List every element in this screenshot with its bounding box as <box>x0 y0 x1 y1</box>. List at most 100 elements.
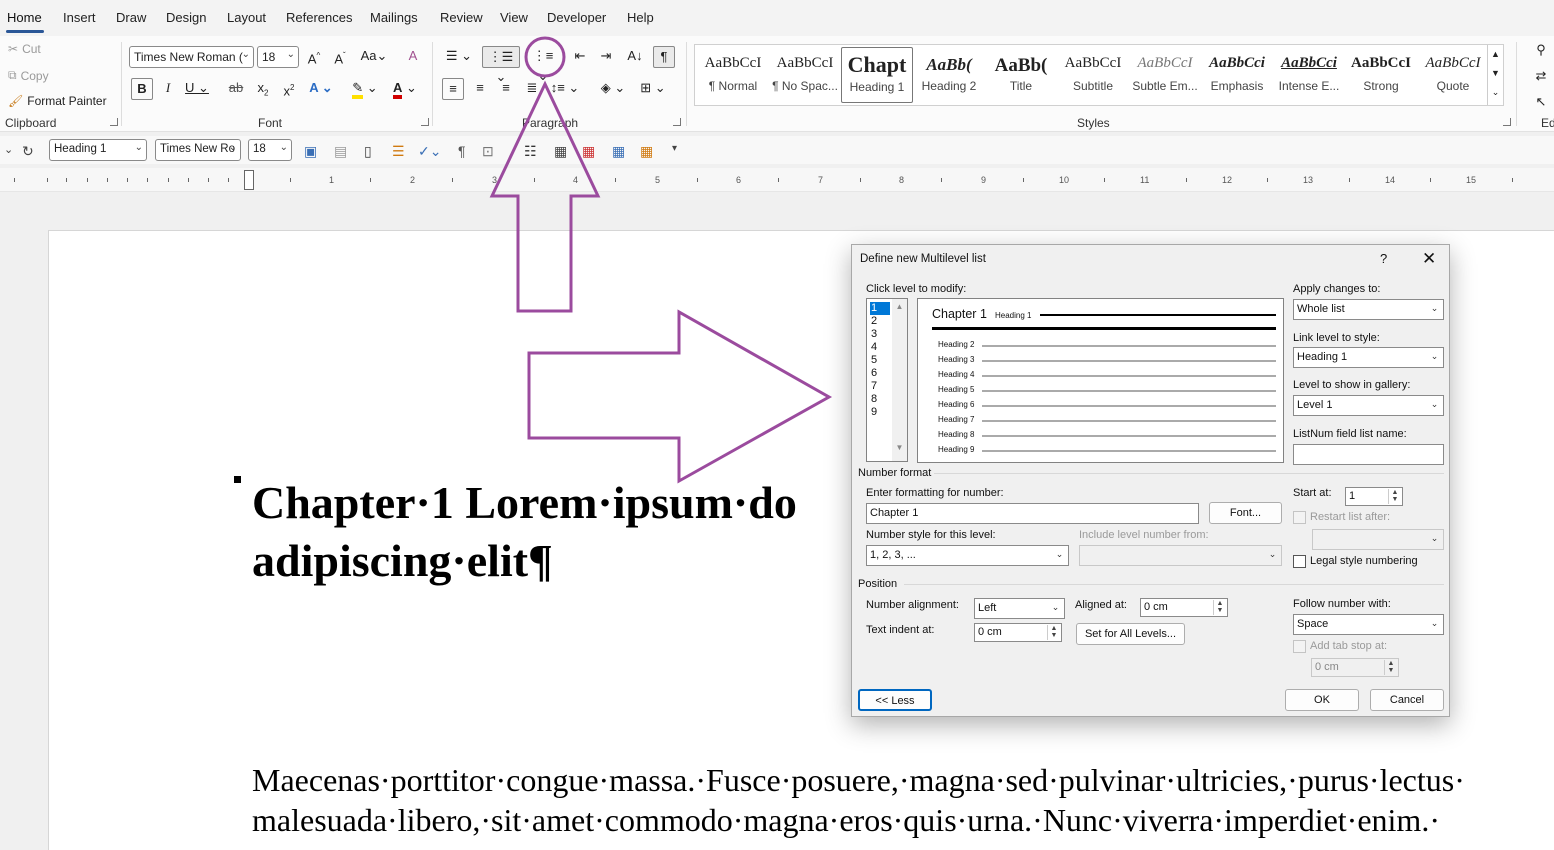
shrink-font-icon[interactable]: Aˇ <box>331 46 349 68</box>
copy-button[interactable]: ⧉ Copy <box>8 68 49 83</box>
highlight-icon[interactable]: ✎ ⌄ <box>348 78 382 100</box>
align-left-icon[interactable]: ≡ <box>442 78 464 100</box>
tab-references[interactable]: References <box>286 10 352 25</box>
style-heading-1[interactable]: Chapt Heading 1 <box>841 47 913 103</box>
chevron-down-icon[interactable]: ⌄ <box>4 143 13 156</box>
justify-icon[interactable]: ≣ <box>522 78 542 100</box>
increase-indent-icon[interactable]: ⇥ <box>596 46 616 68</box>
borders-icon[interactable]: ⊞ ⌄ <box>636 78 670 100</box>
style-emphasis[interactable]: AaBbCci Emphasis <box>1201 47 1273 103</box>
listnum-input[interactable] <box>1293 444 1444 465</box>
show-formatting-marks-icon[interactable]: ¶ <box>653 46 675 68</box>
italic-button[interactable]: I <box>159 78 177 100</box>
number-format-input[interactable]: Chapter 1 <box>866 503 1199 524</box>
set-all-levels-button[interactable]: Set for All Levels... <box>1076 623 1185 645</box>
font-color-icon[interactable]: A ⌄ <box>388 78 422 100</box>
document-heading[interactable]: Chapter·1 Lorem·ipsum·do adipiscing·elit… <box>252 474 797 590</box>
level-item[interactable]: 7 <box>870 380 890 393</box>
restart-list-checkbox[interactable] <box>1293 511 1306 524</box>
text-indent-spinner[interactable]: 0 cm ▲ ▼ <box>974 623 1062 642</box>
tab-layout[interactable]: Layout <box>227 10 266 25</box>
document-icon[interactable]: ▯ <box>364 143 372 160</box>
frame-icon[interactable]: ⊡ <box>482 143 494 160</box>
change-case-icon[interactable]: Aa⌄ <box>360 46 388 68</box>
help-icon[interactable]: ? <box>1380 251 1387 266</box>
tab-design[interactable]: Design <box>166 10 206 25</box>
apply-changes-select[interactable]: Whole list ⌄ <box>1293 299 1444 320</box>
tab-help[interactable]: Help <box>627 10 654 25</box>
font-name-combo[interactable]: Times New Roman (⌄ <box>129 46 254 68</box>
customize-qat-icon[interactable]: ▾ <box>672 143 677 154</box>
align-center-icon[interactable]: ≡ <box>470 78 490 100</box>
tab-mailings[interactable]: Mailings <box>370 10 418 25</box>
format-painter-button[interactable]: 🖌 Format Painter <box>8 94 107 108</box>
document-body[interactable]: Maecenas·porttitor·congue·massa.·Fusce·p… <box>252 760 1465 840</box>
level-gallery-select[interactable]: Level 1 ⌄ <box>1293 395 1444 416</box>
follow-number-select[interactable]: Space ⌄ <box>1293 614 1444 635</box>
tab-draw[interactable]: Draw <box>116 10 146 25</box>
style-subtle-emphasis[interactable]: AaBbCcI Subtle Em... <box>1129 47 1201 103</box>
align-right-icon[interactable]: ≡ <box>496 78 516 100</box>
level-item[interactable]: 9 <box>870 406 890 419</box>
ok-button[interactable]: OK <box>1285 689 1359 711</box>
styles-launcher-icon[interactable] <box>1503 118 1511 126</box>
style-subtitle[interactable]: AaBbCcI Subtitle <box>1057 47 1129 103</box>
legal-style-checkbox[interactable] <box>1293 555 1306 568</box>
level-item[interactable]: 4 <box>870 341 890 354</box>
spinner-arrows-icon[interactable]: ▲ ▼ <box>1213 600 1226 615</box>
paragraph-mark-icon[interactable]: ¶ <box>458 143 466 159</box>
cut-button[interactable]: ✂ Cut <box>8 42 41 56</box>
level-item[interactable]: 2 <box>870 315 890 328</box>
tab-insert[interactable]: Insert <box>63 10 96 25</box>
level-item[interactable]: 1 <box>870 302 890 315</box>
level-item[interactable]: 6 <box>870 367 890 380</box>
qat-size-combo[interactable]: 18 ⌄ <box>248 139 292 161</box>
lines-icon[interactable]: ☰ <box>392 143 405 160</box>
level-scrollbar[interactable]: ▲ ▼ <box>892 299 907 461</box>
doc-blue-icon[interactable]: ▦ <box>612 143 625 160</box>
level-item[interactable]: 3 <box>870 328 890 341</box>
select-icon[interactable]: ↖ <box>1528 92 1554 114</box>
close-icon[interactable]: ✕ <box>1422 249 1436 269</box>
start-at-spinner[interactable]: 1 ▲ ▼ <box>1345 487 1403 506</box>
style-normal[interactable]: AaBbCcI ¶ Normal <box>697 47 769 103</box>
tab-view[interactable]: View <box>500 10 528 25</box>
multilevel-list-icon[interactable]: ⋮≡ ⌄ <box>527 46 559 83</box>
doc-edit-icon[interactable]: ▦ <box>554 143 567 160</box>
line-spacing-icon[interactable]: ↕≡ ⌄ <box>548 78 582 100</box>
style-intense-emphasis[interactable]: AaBbCci Intense E... <box>1273 47 1345 103</box>
clear-formatting-icon[interactable]: A <box>404 46 422 68</box>
number-style-select[interactable]: 1, 2, 3, ... ⌄ <box>866 545 1069 566</box>
superscript-button[interactable]: x2 <box>279 78 299 100</box>
styles-scroll[interactable]: ▲ ▼ ⌄ <box>1487 45 1503 105</box>
pen-icon[interactable]: ✓⌄ <box>418 143 441 160</box>
spinner-arrows-icon[interactable]: ▲ ▼ <box>1384 660 1397 675</box>
underline-button[interactable]: U ⌄ <box>184 78 210 100</box>
decrease-indent-icon[interactable]: ⇤ <box>570 46 590 68</box>
restart-list-select[interactable]: ⌄ <box>1312 529 1444 550</box>
bullets-icon[interactable]: ☰ ⌄ <box>442 46 476 68</box>
clipboard-launcher-icon[interactable] <box>110 118 118 126</box>
font-button[interactable]: Font... <box>1209 502 1282 524</box>
style-quote[interactable]: AaBbCcI Quote <box>1417 47 1489 103</box>
style-title[interactable]: AaBb(Title <box>985 47 1057 103</box>
subscript-button[interactable]: x2 <box>253 78 273 100</box>
tab-developer[interactable]: Developer <box>547 10 606 25</box>
number-alignment-select[interactable]: Left ⌄ <box>974 598 1065 619</box>
sort-icon[interactable]: A↓ <box>624 46 646 68</box>
cancel-button[interactable]: Cancel <box>1370 689 1444 711</box>
tab-review[interactable]: Review <box>440 10 483 25</box>
paragraph-launcher-icon[interactable] <box>673 118 681 126</box>
doc-orange-icon[interactable]: ▦ <box>640 143 653 160</box>
style-no-spacing[interactable]: AaBbCcI ¶ No Spac... <box>769 47 841 103</box>
text-box-icon[interactable]: ▣ <box>304 143 317 160</box>
shading-icon[interactable]: ◈ ⌄ <box>596 78 630 100</box>
ruler[interactable]: 1 2 3 4 5 6 7 8 9 10 11 12 13 14 15 <box>0 168 1554 192</box>
style-heading-2[interactable]: AaBb(Heading 2 <box>913 47 985 103</box>
indent-marker[interactable] <box>244 170 254 190</box>
font-size-combo[interactable]: 18 ⌄ <box>257 46 299 68</box>
grow-font-icon[interactable]: A^ <box>305 46 323 68</box>
strikethrough-button[interactable]: ab <box>226 78 246 100</box>
text-effects-icon[interactable]: A ⌄ <box>305 78 337 100</box>
numbering-icon[interactable]: ⋮☰ ⌄ <box>482 46 520 84</box>
